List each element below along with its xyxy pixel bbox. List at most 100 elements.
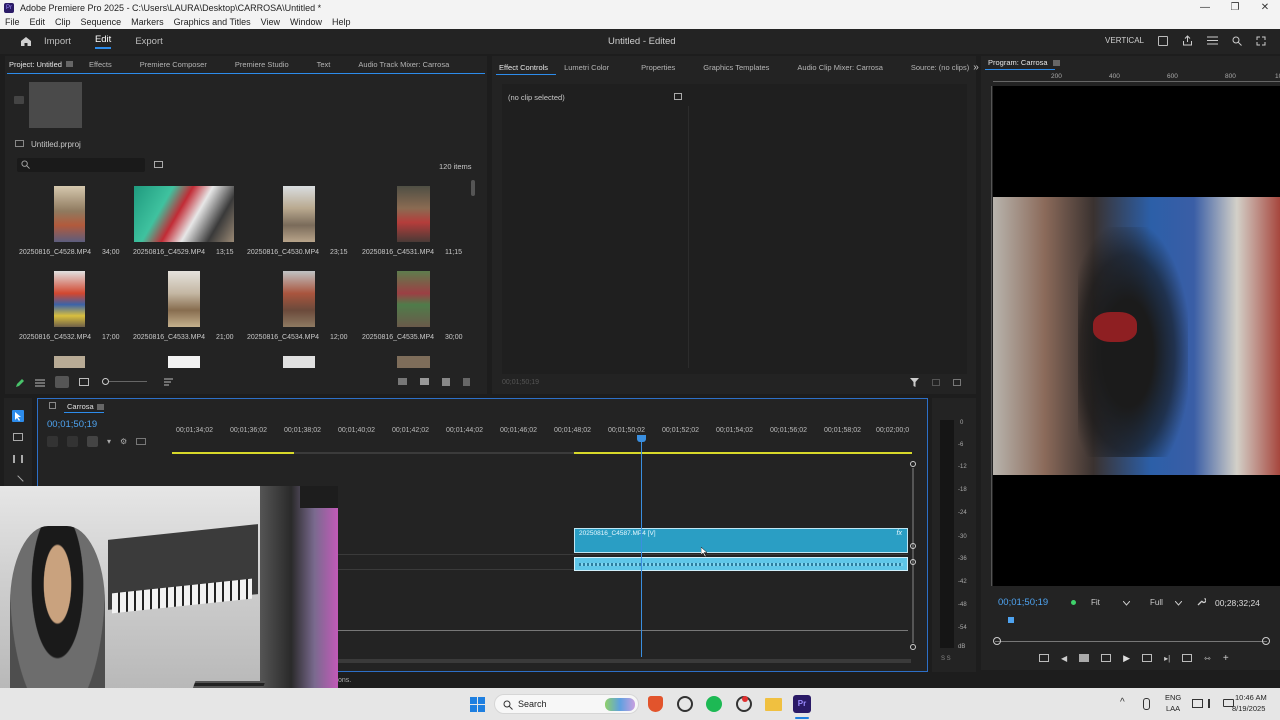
ripple-edit-tool-icon[interactable] (13, 455, 23, 463)
clip-thumbnail[interactable] (168, 271, 200, 327)
razor-tool-icon[interactable] (12, 475, 24, 487)
minimize-button[interactable]: — (1190, 2, 1220, 13)
close-button[interactable]: ✕ (1250, 2, 1280, 13)
menu-graphics-titles[interactable]: Graphics and Titles (169, 17, 256, 27)
new-item-button[interactable] (442, 378, 450, 386)
clip-thumbnail[interactable] (283, 356, 315, 368)
export-icon[interactable] (953, 379, 961, 386)
play-audio-icon[interactable] (932, 379, 940, 386)
insert-nest-icon[interactable] (47, 435, 58, 447)
toggle-proxy-icon[interactable]: ⇿ (1204, 654, 1211, 663)
video-clip[interactable]: 20250816_C4587.MP4 [V] fx (574, 528, 908, 553)
zoom-scrollbar[interactable] (995, 641, 1267, 642)
clip-thumbnail[interactable] (397, 356, 430, 368)
menu-view[interactable]: View (256, 17, 285, 27)
clip-thumbnail[interactable] (134, 186, 234, 242)
nav-edit[interactable]: Edit (94, 34, 112, 49)
clip-thumbnail[interactable] (283, 186, 315, 242)
premiere-taskbar-icon[interactable]: Pr (793, 695, 811, 713)
menu-edit[interactable]: Edit (25, 17, 51, 27)
tab-source[interactable]: Source: (no clips) (911, 63, 969, 72)
clip-thumbnail[interactable] (168, 356, 200, 368)
icon-view-button[interactable] (55, 376, 69, 388)
tab-effects[interactable]: Effects (89, 60, 112, 69)
tab-premiere-composer[interactable]: Premiere Composer (140, 60, 207, 69)
zoom-slider-handle[interactable] (102, 378, 109, 385)
safe-margins-icon[interactable] (1039, 654, 1049, 662)
search-icon[interactable] (1232, 36, 1242, 46)
tab-project[interactable]: Project: Untitled (9, 60, 62, 69)
nav-import[interactable]: Import (44, 36, 71, 47)
work-area-bar[interactable] (574, 452, 912, 454)
snap-icon[interactable] (67, 435, 78, 447)
panel-menu-icon[interactable] (97, 404, 104, 410)
program-video-frame[interactable] (993, 86, 1280, 586)
zoom-slider-track[interactable] (109, 381, 147, 382)
program-timecode[interactable]: 00;01;50;19 (998, 597, 1048, 608)
panel-menu-icon[interactable] (65, 61, 73, 67)
windows-start-icon[interactable] (470, 697, 485, 712)
menu-markers[interactable]: Markers (126, 17, 169, 27)
solo-buttons[interactable]: S S (941, 656, 951, 662)
track-height-handle[interactable] (910, 559, 916, 565)
tab-graphics-templates[interactable]: Graphics Templates (703, 63, 769, 72)
tab-audio-clip-mixer[interactable]: Audio Clip Mixer: Carrosa (797, 63, 882, 72)
project-search-input[interactable] (17, 158, 145, 172)
workspace-icon[interactable] (1158, 35, 1168, 46)
program-monitor-title[interactable]: Program: Carrosa (988, 58, 1048, 67)
region-indicator[interactable]: LAA (1166, 704, 1180, 713)
filter-icon[interactable] (910, 378, 919, 387)
pencil-icon[interactable] (15, 378, 25, 388)
file-explorer-icon[interactable] (765, 698, 782, 711)
nav-export[interactable]: Export (135, 36, 162, 47)
timeline-playhead-handle[interactable] (637, 435, 646, 442)
timeline-timecode[interactable]: 00;01;50;19 (47, 419, 97, 430)
more-tabs-icon[interactable]: » (973, 62, 979, 73)
volume-icon[interactable] (1208, 699, 1218, 708)
close-sequence-icon[interactable] (49, 402, 56, 409)
tab-properties[interactable]: Properties (641, 63, 675, 72)
menu-window[interactable]: Window (285, 17, 327, 27)
language-indicator[interactable]: ENG (1165, 693, 1181, 702)
new-bin-button[interactable] (420, 378, 429, 385)
overwrite-icon[interactable] (1182, 654, 1193, 662)
trash-icon[interactable] (463, 378, 470, 386)
project-scrollbar[interactable] (471, 180, 475, 196)
clock-date[interactable]: 8/19/2025 (1232, 704, 1265, 713)
zoom-fit-select[interactable]: Fit (1091, 598, 1100, 607)
resolution-select[interactable]: Full (1150, 598, 1163, 607)
taskbar-search-box[interactable]: Search (494, 694, 639, 714)
share-icon[interactable] (1182, 35, 1193, 46)
clip-thumbnail[interactable] (54, 356, 85, 368)
linked-selection-icon[interactable] (87, 435, 98, 447)
freeform-view-icon[interactable] (79, 378, 89, 386)
track-select-tool-icon[interactable] (13, 433, 23, 441)
clip-thumbnail[interactable] (283, 271, 315, 327)
menu-help[interactable]: Help (327, 17, 356, 27)
go-to-out-icon[interactable]: ▸| (1164, 654, 1170, 663)
panel-menu-icon[interactable] (1052, 60, 1060, 66)
tab-audio-track-mixer[interactable]: Audio Track Mixer: Carrosa (358, 60, 449, 69)
fullscreen-icon[interactable] (1256, 36, 1266, 46)
toggle-timeline-icon[interactable] (674, 93, 682, 100)
new-bin-icon[interactable] (154, 161, 163, 168)
program-playhead[interactable] (1008, 617, 1014, 623)
compare-icon[interactable] (1101, 654, 1112, 662)
sort-icon[interactable] (164, 378, 173, 386)
timeline-playhead-line[interactable] (641, 437, 642, 657)
automate-sequence-icon[interactable] (398, 378, 407, 385)
brave-browser-icon[interactable] (648, 696, 663, 712)
clip-thumbnail[interactable] (397, 271, 430, 327)
play-icon[interactable]: ▶ (1123, 653, 1130, 664)
program-time-ruler[interactable] (998, 614, 1268, 623)
clip-thumbnail[interactable] (397, 186, 430, 242)
horizontal-scrollbar[interactable] (336, 659, 911, 663)
timeline-ruler[interactable]: 00;01;34;02 00;01;36;02 00;01;38;02 00;0… (172, 422, 917, 442)
fx-badge[interactable]: fx (897, 530, 902, 537)
track-height-handle[interactable] (910, 543, 916, 549)
captions-icon[interactable] (136, 437, 147, 445)
tab-text[interactable]: Text (317, 60, 331, 69)
add-button-icon[interactable]: + (1223, 653, 1229, 664)
tab-premiere-studio[interactable]: Premiere Studio (235, 60, 289, 69)
vertical-scrollbar[interactable] (912, 468, 914, 643)
